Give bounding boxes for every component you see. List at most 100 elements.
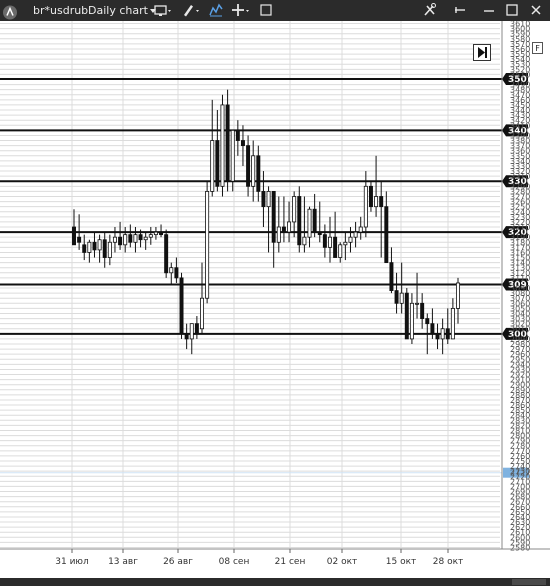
candle-body <box>292 196 297 223</box>
x-tick-label: 26 авг <box>163 557 193 567</box>
candle-body <box>297 196 302 246</box>
candle-body <box>276 226 281 243</box>
candle-body <box>343 241 348 246</box>
candle-body <box>445 328 450 340</box>
bottom-scrollbar[interactable] <box>0 578 550 586</box>
candle-body <box>194 323 199 335</box>
candle-body <box>205 191 210 299</box>
candle-body <box>456 282 460 309</box>
x-axis[interactable]: 31 июл 13 авг 26 авг 08 сен 21 сен 02 окт 15 о… <box>0 548 550 567</box>
y-tick-label: 3210 <box>510 223 530 232</box>
candle-body <box>266 191 271 208</box>
candle-body <box>435 333 440 340</box>
candle-body <box>409 302 414 340</box>
candle-body <box>82 244 87 253</box>
candle-body <box>164 234 169 274</box>
skip-end-icon <box>478 47 487 58</box>
tools-icon[interactable] <box>422 0 438 21</box>
candle-body <box>184 333 189 340</box>
y-tick-label: 3410 <box>510 121 530 130</box>
candle-body <box>394 290 399 304</box>
candle-body <box>153 231 158 236</box>
candle-body <box>92 241 97 251</box>
scrollbar-handle[interactable] <box>512 579 546 585</box>
candle-body <box>363 185 368 228</box>
candle-body <box>307 208 312 238</box>
candle-body <box>368 185 373 208</box>
f-button[interactable]: F <box>532 42 543 54</box>
candle-body <box>261 191 266 208</box>
candle-body <box>112 236 117 243</box>
candle-body <box>133 234 138 243</box>
candle-body <box>384 206 389 264</box>
candle-body <box>179 277 184 335</box>
maximize-icon[interactable] <box>505 0 519 21</box>
toolbar: br*usdrub Daily chart <box>0 0 550 21</box>
candle-body <box>450 307 455 340</box>
candle-body <box>138 234 143 241</box>
candle-body <box>251 155 256 187</box>
candle-body <box>200 297 204 330</box>
x-tick-label: 15 окт <box>386 557 417 567</box>
candle-body <box>317 231 322 236</box>
candle-body <box>240 140 245 147</box>
candle-body <box>143 236 148 241</box>
candle-body <box>256 155 261 192</box>
candle-body <box>322 234 327 248</box>
candle-body <box>353 231 358 238</box>
candle-body <box>102 239 107 258</box>
x-tick-label: 21 сен <box>275 557 306 567</box>
candle-body <box>328 236 332 248</box>
candle-body <box>72 226 76 246</box>
candle-body <box>159 231 164 236</box>
x-tick-label: 08 сен <box>219 557 250 567</box>
chart-area[interactable]: 3501 3400 3300 3200 3097 3000 2727 3610 3600 359… <box>0 21 550 578</box>
candle-body <box>374 196 379 208</box>
candle-body <box>358 226 363 233</box>
pin-icon[interactable] <box>453 0 467 21</box>
navigate-end-button[interactable] <box>473 44 491 61</box>
horizontal-levels: 3501340033003200309730002727 <box>0 72 533 478</box>
minimize-icon[interactable] <box>482 0 496 21</box>
y-tick-label: 3310 <box>510 172 530 181</box>
candle-body <box>123 234 128 246</box>
candle-body <box>281 226 286 233</box>
candle-body <box>215 140 220 187</box>
pencil-icon[interactable] <box>181 0 205 21</box>
window-icon[interactable] <box>259 0 273 21</box>
symbol-label[interactable]: br*usdrub <box>33 0 88 21</box>
candle-body <box>379 196 384 208</box>
candle-body <box>420 302 425 319</box>
indicator-icon[interactable] <box>208 0 226 21</box>
candle-body <box>128 234 133 243</box>
monitor-icon[interactable] <box>153 0 177 21</box>
candle-body <box>246 145 251 187</box>
candle-body <box>235 129 240 141</box>
app-logo-icon[interactable] <box>2 2 18 23</box>
candle-body <box>271 191 276 243</box>
chart-window: br*usdrub Daily chart 3501 3400 3300 320… <box>0 0 550 586</box>
candle-body <box>107 241 112 258</box>
candle-body <box>174 267 179 279</box>
candle-body <box>210 140 215 192</box>
candle-body <box>87 241 92 253</box>
y-tick-label: 2580 <box>510 543 530 552</box>
y-tick-label: 3110 <box>510 274 530 283</box>
candle-body <box>389 262 394 291</box>
candle-body <box>169 267 174 274</box>
timeframe-label: Daily chart <box>88 4 148 17</box>
x-tick-label: 28 окт <box>433 557 464 567</box>
candle-body <box>230 129 235 182</box>
price-chart[interactable]: 3501340033003200309730002727 36103600359… <box>0 21 550 578</box>
close-icon[interactable] <box>529 0 543 21</box>
crosshair-icon[interactable] <box>230 0 254 21</box>
candle-body <box>225 104 230 182</box>
candle-body <box>399 292 404 304</box>
y-tick-label: 3010 <box>510 325 530 334</box>
x-tick-label: 02 окт <box>327 557 358 567</box>
candle-body <box>312 208 317 233</box>
candle-body <box>348 236 353 243</box>
timeframe-dropdown[interactable]: Daily chart <box>88 0 156 21</box>
candle-body <box>148 234 153 238</box>
candle-body <box>287 221 292 233</box>
